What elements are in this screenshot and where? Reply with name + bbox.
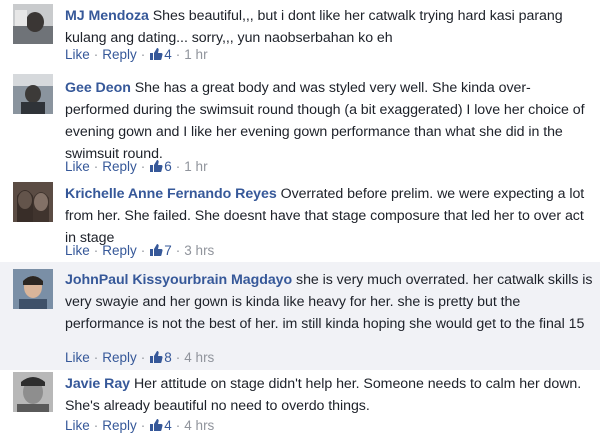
like-link[interactable]: Like — [65, 159, 90, 174]
separator-dot: · — [175, 243, 181, 258]
separator-dot: · — [175, 47, 181, 62]
reply-link[interactable]: Reply — [102, 47, 137, 62]
like-count[interactable]: 7 — [149, 243, 172, 258]
like-count-value: 8 — [164, 350, 172, 365]
separator-dot: · — [93, 159, 99, 174]
like-count[interactable]: 8 — [149, 350, 172, 365]
comment-thread: MJ Mendoza Shes beautiful,,, but i dont … — [0, 0, 600, 442]
thumbs-up-icon — [150, 244, 163, 256]
comment-body: Gee Deon She has a great body and was st… — [65, 77, 594, 165]
comment-author[interactable]: MJ Mendoza — [65, 8, 149, 24]
comment-actions: Like · Reply · 8 · 4 hrs — [65, 348, 214, 368]
separator-dot: · — [93, 243, 99, 258]
reply-link[interactable]: Reply — [102, 159, 137, 174]
comment-body: Javie Ray Her attitude on stage didn't h… — [65, 373, 594, 417]
comment-author[interactable]: Krichelle Anne Fernando Reyes — [65, 186, 277, 202]
comment-timestamp[interactable]: 4 hrs — [184, 418, 214, 433]
comment-item: Gee Deon She has a great body and was st… — [0, 68, 600, 176]
comment-body: MJ Mendoza Shes beautiful,,, but i dont … — [65, 5, 594, 49]
separator-dot: · — [140, 350, 146, 365]
comment-text: Her attitude on stage didn't help her. S… — [65, 376, 582, 414]
separator-dot: · — [140, 243, 146, 258]
avatar[interactable] — [13, 182, 53, 222]
avatar-image — [13, 74, 53, 114]
comment-item: Javie Ray Her attitude on stage didn't h… — [0, 370, 600, 442]
thumbs-up-icon — [150, 48, 163, 60]
like-count[interactable]: 4 — [149, 47, 172, 62]
separator-dot: · — [175, 350, 181, 365]
avatar-image — [13, 4, 53, 44]
separator-dot: · — [93, 47, 99, 62]
avatar-image — [13, 269, 53, 309]
thumbs-up-icon — [150, 419, 163, 431]
comment-body: Krichelle Anne Fernando Reyes Overrated … — [65, 183, 594, 249]
avatar[interactable] — [13, 74, 53, 114]
comment-item: MJ Mendoza Shes beautiful,,, but i dont … — [0, 0, 600, 68]
separator-dot: · — [140, 418, 146, 433]
comment-text: She has a great body and was styled very… — [65, 80, 585, 162]
separator-dot: · — [175, 159, 181, 174]
comment-timestamp[interactable]: 1 hr — [184, 159, 207, 174]
comment-actions: Like · Reply · 4 · 4 hrs — [65, 416, 214, 436]
comment-actions: Like · Reply · 4 · 1 hr — [65, 45, 208, 65]
comment-author[interactable]: Gee Deon — [65, 80, 131, 96]
reply-link[interactable]: Reply — [102, 243, 137, 258]
separator-dot: · — [93, 418, 99, 433]
separator-dot: · — [175, 418, 181, 433]
like-count-value: 4 — [164, 47, 172, 62]
like-link[interactable]: Like — [65, 418, 90, 433]
comment-actions: Like · Reply · 6 · 1 hr — [65, 157, 208, 177]
separator-dot: · — [140, 47, 146, 62]
avatar-image — [13, 182, 53, 222]
like-count[interactable]: 4 — [149, 418, 172, 433]
comment-item: Krichelle Anne Fernando Reyes Overrated … — [0, 176, 600, 262]
like-count-value: 4 — [164, 418, 172, 433]
reply-link[interactable]: Reply — [102, 350, 137, 365]
comment-timestamp[interactable]: 4 hrs — [184, 350, 214, 365]
comment-timestamp[interactable]: 3 hrs — [184, 243, 214, 258]
comment-body: JohnPaul Kissyourbrain Magdayo she is ve… — [65, 269, 594, 335]
thumbs-up-icon — [150, 351, 163, 363]
comment-item: JohnPaul Kissyourbrain Magdayo she is ve… — [0, 262, 600, 370]
thumbs-up-icon — [150, 160, 163, 172]
avatar[interactable] — [13, 4, 53, 44]
avatar-image — [13, 372, 53, 412]
like-count-value: 6 — [164, 159, 172, 174]
separator-dot: · — [93, 350, 99, 365]
comment-actions: Like · Reply · 7 · 3 hrs — [65, 241, 214, 261]
avatar[interactable] — [13, 372, 53, 412]
comment-author[interactable]: Javie Ray — [65, 376, 130, 392]
comment-author[interactable]: JohnPaul Kissyourbrain Magdayo — [65, 272, 292, 288]
like-link[interactable]: Like — [65, 243, 90, 258]
reply-link[interactable]: Reply — [102, 418, 137, 433]
like-count[interactable]: 6 — [149, 159, 172, 174]
like-link[interactable]: Like — [65, 350, 90, 365]
comment-timestamp[interactable]: 1 hr — [184, 47, 207, 62]
avatar[interactable] — [13, 269, 53, 309]
separator-dot: · — [140, 159, 146, 174]
like-count-value: 7 — [164, 243, 172, 258]
like-link[interactable]: Like — [65, 47, 90, 62]
